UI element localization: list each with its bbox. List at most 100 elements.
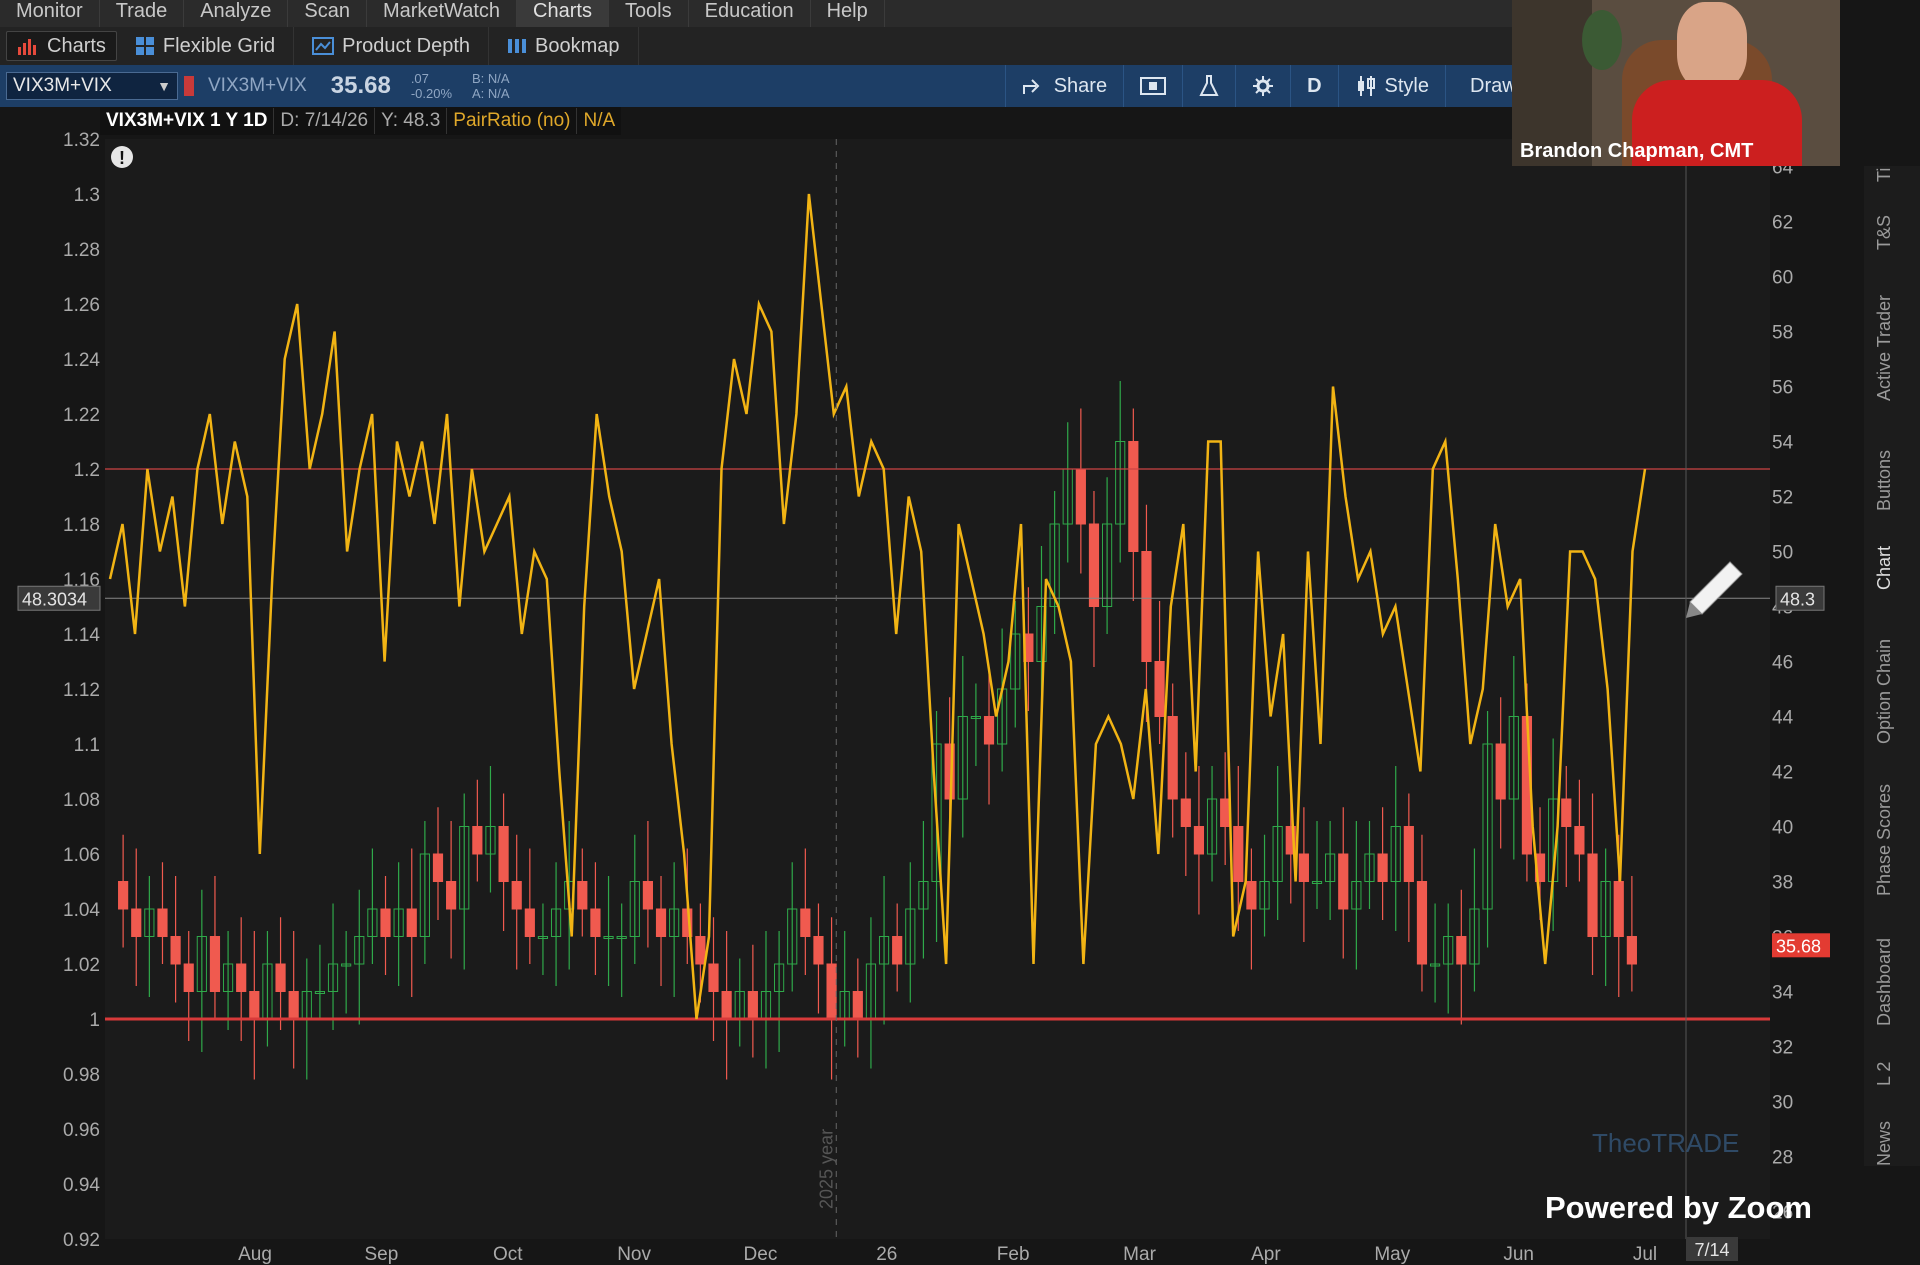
right-axis-tick-label: 56: [1772, 378, 1793, 399]
candle-body: [1416, 881, 1428, 965]
webcam-video: Brandon Chapman, CMT: [1512, 0, 1840, 166]
candle-body: [1233, 826, 1244, 882]
candle-body: [380, 908, 391, 937]
subtab-flexible-grid-label: Flexible Grid: [162, 34, 276, 57]
candle-body: [1180, 798, 1191, 827]
left-axis-tick-label: 1.3: [74, 185, 100, 206]
right-axis-tick-label: 32: [1772, 1038, 1793, 1059]
net-change: .07: [410, 71, 429, 86]
x-axis-tick-label: May: [1374, 1244, 1410, 1265]
last-price-badge: 35.68: [1772, 933, 1830, 958]
candle-body: [1587, 853, 1598, 937]
x-axis-tick-label: Mar: [1123, 1244, 1156, 1265]
info-y: Y: 48.3: [375, 108, 448, 134]
side-tab-ts[interactable]: T&S: [1874, 214, 1895, 250]
x-axis-tick-label: 26: [876, 1244, 897, 1265]
right-axis-tick-label: 60: [1772, 268, 1793, 289]
webcam-name-label: Brandon Chapman, CMT: [1520, 140, 1754, 162]
subtab-product-depth[interactable]: Product Depth: [294, 27, 490, 65]
x-axis-tick-label: Jun: [1503, 1244, 1534, 1265]
menu-tools[interactable]: Tools: [609, 0, 689, 27]
left-axis-tick-label: 0.96: [63, 1120, 100, 1141]
left-axis-tick-label: 1.2: [74, 460, 100, 481]
last-price: 35.68: [330, 72, 391, 99]
aggregation-button[interactable]: D: [1290, 65, 1337, 107]
subtab-flexible-grid[interactable]: Flexible Grid: [117, 27, 295, 65]
price-chart[interactable]: 1.321.31.281.261.241.221.21.181.161.141.…: [0, 107, 1880, 1265]
candle-body: [721, 991, 732, 1020]
info-date: D: 7/14/26: [274, 108, 376, 134]
side-tab-buttons[interactable]: Buttons: [1874, 450, 1895, 511]
side-tab-dashboard[interactable]: Dashboard: [1874, 938, 1895, 1026]
side-tab-active-trader[interactable]: Active Trader: [1874, 295, 1895, 401]
settings-button[interactable]: [1235, 65, 1290, 107]
left-axis-tick-label: 1.14: [63, 625, 100, 646]
aggregation-label: D: [1307, 74, 1322, 97]
chart-toolbar: VIX3M+VIX ▼ VIX3M+VIX 35.68 .07 -0.20% B…: [0, 65, 1512, 107]
flask-button[interactable]: [1182, 65, 1235, 107]
flag-icon[interactable]: [184, 76, 194, 96]
left-axis-tick-label: 1.24: [63, 350, 100, 371]
candle-body: [118, 881, 129, 910]
candle-body: [655, 908, 667, 937]
candle-body: [1495, 743, 1506, 800]
candle-body: [1154, 661, 1165, 717]
webcam-plant: [1582, 10, 1622, 70]
menu-monitor[interactable]: Monitor: [0, 0, 100, 27]
draw-button[interactable]: Draw: [1445, 65, 1512, 107]
symbol-input[interactable]: VIX3M+VIX ▼: [6, 72, 178, 100]
studies-button[interactable]: [1123, 65, 1182, 107]
subtab-charts[interactable]: Charts: [6, 31, 117, 61]
x-axis-tick-label: Feb: [997, 1244, 1030, 1265]
menu-charts[interactable]: Charts: [517, 0, 609, 27]
left-axis-tick-label: 1.08: [63, 790, 100, 811]
menu-help[interactable]: Help: [811, 0, 885, 27]
right-axis-tick-label: 58: [1772, 323, 1793, 344]
left-axis-tick-label: 1.06: [63, 845, 100, 866]
alert-icon-glyph: !: [119, 148, 125, 168]
menu-marketwatch[interactable]: MarketWatch: [367, 0, 518, 27]
menu-trade[interactable]: Trade: [100, 0, 185, 27]
right-axis-tick-label: 62: [1772, 213, 1793, 234]
ask-value: A: N/A: [472, 86, 510, 101]
left-axis-tick-label: 1.12: [63, 680, 100, 701]
info-symbol: VIX3M+VIX 1 Y 1D: [100, 108, 275, 134]
side-tab-ti[interactable]: Ti: [1874, 146, 1895, 182]
left-axis-tick-label: 1: [89, 1010, 100, 1031]
menu-scan[interactable]: Scan: [288, 0, 367, 27]
candle-body: [288, 991, 299, 1020]
subtab-bookmap[interactable]: Bookmap: [489, 27, 639, 65]
left-axis-tick-label: 1.32: [63, 130, 100, 151]
side-tab-phase-scores[interactable]: Phase Scores: [1874, 784, 1895, 896]
candle-style-icon: [1357, 76, 1375, 96]
share-button[interactable]: Share: [1004, 65, 1123, 107]
side-tab-l2[interactable]: L 2: [1874, 1050, 1895, 1086]
candle-body: [1193, 826, 1205, 855]
menu-education[interactable]: Education: [689, 0, 811, 27]
style-button[interactable]: Style: [1337, 65, 1445, 107]
current-date-label: 7/14: [1694, 1240, 1729, 1260]
grid-icon: [135, 37, 154, 55]
menu-analyze[interactable]: Analyze: [184, 0, 289, 27]
plot-area: [105, 139, 1770, 1239]
bid-ask-block: B: N/A A: N/A: [462, 71, 520, 101]
draw-label: Draw: [1470, 74, 1512, 97]
candle-body: [1246, 881, 1257, 910]
candle-body: [800, 908, 811, 937]
side-tab-chart[interactable]: Chart: [1874, 546, 1895, 590]
candle-body: [1574, 826, 1585, 855]
x-axis-tick-label: Aug: [238, 1244, 272, 1265]
left-axis-tick-label: 1.26: [63, 295, 100, 316]
chart-info-bar: VIX3M+VIX 1 Y 1D D: 7/14/26 Y: 48.3 Pair…: [100, 107, 622, 135]
side-tab-option-chain[interactable]: Option Chain: [1874, 639, 1895, 744]
candle-body: [642, 881, 653, 910]
current-date-badge: 7/14: [1686, 1237, 1738, 1261]
left-axis-tick-label: 0.92: [63, 1230, 100, 1251]
candle-body: [747, 991, 758, 1020]
webcam-person-head: [1677, 2, 1747, 90]
candle-body: [708, 963, 719, 992]
chevron-down-icon[interactable]: ▼: [157, 78, 171, 94]
percent-change: -0.20%: [410, 86, 453, 101]
candle-body: [1088, 523, 1100, 607]
side-tab-news[interactable]: News: [1874, 1121, 1895, 1166]
